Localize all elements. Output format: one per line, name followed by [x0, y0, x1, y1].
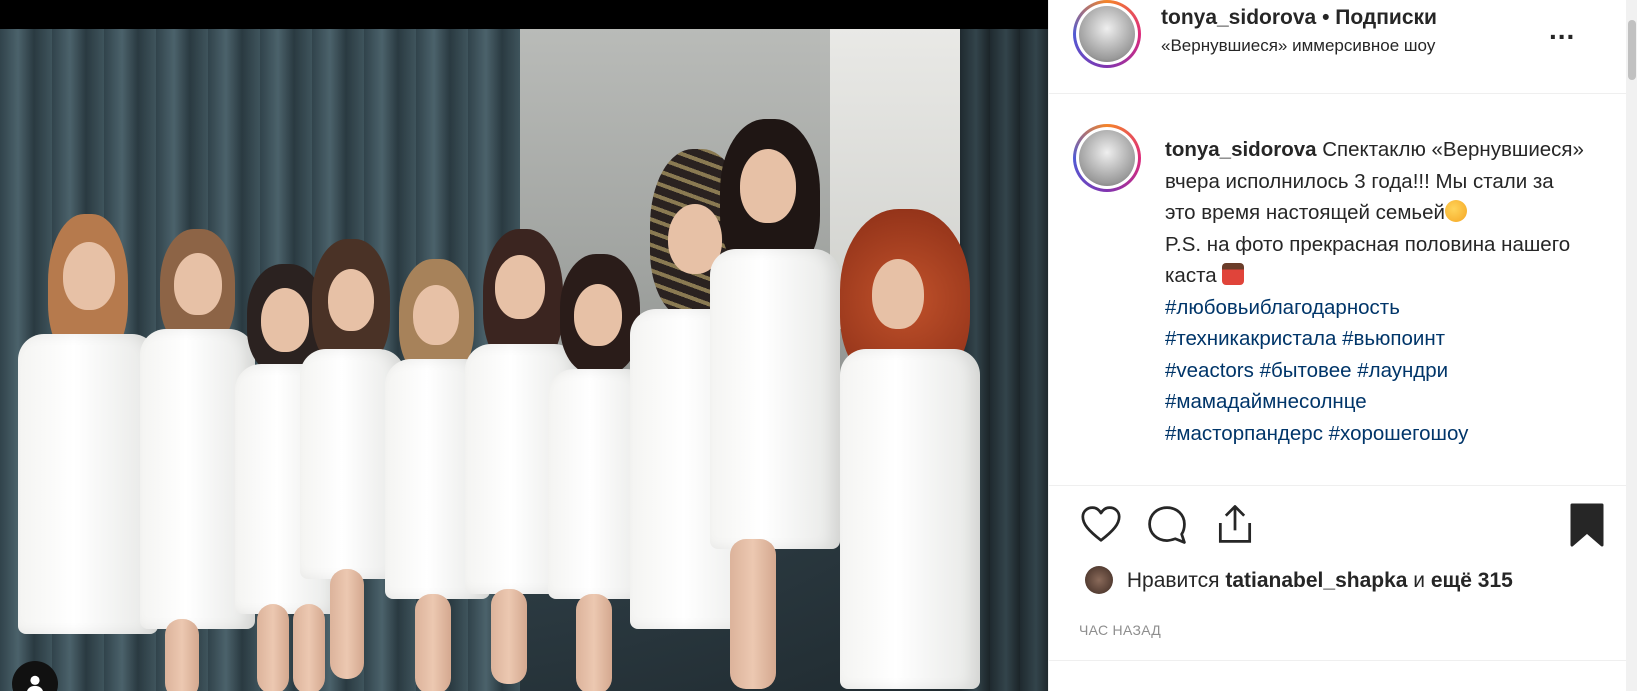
caption-scroll-area[interactable]: tonya_sidorova Спектаклю «Вернувшиеся» в… — [1049, 94, 1637, 484]
hashtag-link[interactable]: #любовьиблагодарность — [1165, 296, 1400, 319]
hashtag-link[interactable]: #техникакристала — [1165, 327, 1336, 350]
panel-divider — [1049, 660, 1637, 661]
scrollbar-thumb[interactable] — [1628, 20, 1636, 80]
caption-username-link[interactable]: tonya_sidorova — [1165, 138, 1317, 161]
following-button[interactable]: Подписки — [1335, 6, 1437, 29]
hashtag-link[interactable]: #бытовее — [1260, 359, 1352, 382]
avatar-image — [1079, 130, 1135, 186]
more-options-button[interactable]: ... — [1549, 14, 1575, 46]
post-timestamp[interactable]: ЧАС НАЗАД — [1079, 622, 1161, 638]
header-separator: • — [1322, 6, 1330, 29]
liker-username-link[interactable]: tatianabel_shapka — [1225, 569, 1407, 592]
bookmark-icon[interactable] — [1569, 502, 1605, 548]
comment-icon[interactable] — [1145, 503, 1189, 547]
person-9 — [700, 119, 850, 689]
likes-prefix: Нравится — [1126, 569, 1220, 592]
hashtag-link[interactable]: #лаундри — [1357, 359, 1448, 382]
caption-text: tonya_sidorova Спектаклю «Вернувшиеся» в… — [1165, 134, 1585, 449]
post-side-panel: tonya_sidorova • Подписки «Вернувшиеся» … — [1048, 0, 1637, 691]
hashtag-link[interactable]: #вьюпоинт — [1342, 327, 1445, 350]
photo-top-bar — [0, 0, 1048, 29]
header-username-link[interactable]: tonya_sidorova — [1161, 6, 1316, 29]
action-bar — [1049, 485, 1637, 556]
header-avatar[interactable] — [1073, 0, 1141, 68]
hashtag-link[interactable]: #мамадаймнесолнце — [1165, 390, 1367, 413]
hashtag-link[interactable]: #хорошегошоу — [1329, 422, 1469, 445]
heart-icon[interactable] — [1079, 504, 1123, 544]
panel-scrollbar[interactable] — [1626, 0, 1637, 691]
liker-avatar — [1085, 566, 1113, 594]
person-1 — [18, 214, 158, 691]
avatar-image — [1079, 6, 1135, 62]
person-10 — [830, 209, 990, 689]
likes-summary[interactable]: Нравится tatianabel_shapka и ещё 315 — [1085, 566, 1513, 594]
dancer-emoji-icon — [1222, 263, 1245, 285]
hashtag-link[interactable]: #veactors — [1165, 359, 1254, 382]
post-photo[interactable] — [0, 29, 1048, 691]
header-user-line: tonya_sidorova • Подписки — [1161, 6, 1437, 30]
post-header: tonya_sidorova • Подписки «Вернувшиеся» … — [1049, 0, 1637, 94]
user-icon — [27, 675, 43, 691]
hashtag-link[interactable]: #масторпандерс — [1165, 422, 1323, 445]
header-location-link[interactable]: «Вернувшиеся» иммерсивное шоу — [1161, 36, 1435, 56]
kiss-emoji-icon — [1444, 200, 1467, 222]
share-icon[interactable] — [1213, 500, 1257, 546]
likes-middle: и — [1413, 569, 1426, 592]
caption-avatar[interactable] — [1073, 124, 1141, 192]
likes-count-link[interactable]: ещё 315 — [1431, 569, 1513, 592]
